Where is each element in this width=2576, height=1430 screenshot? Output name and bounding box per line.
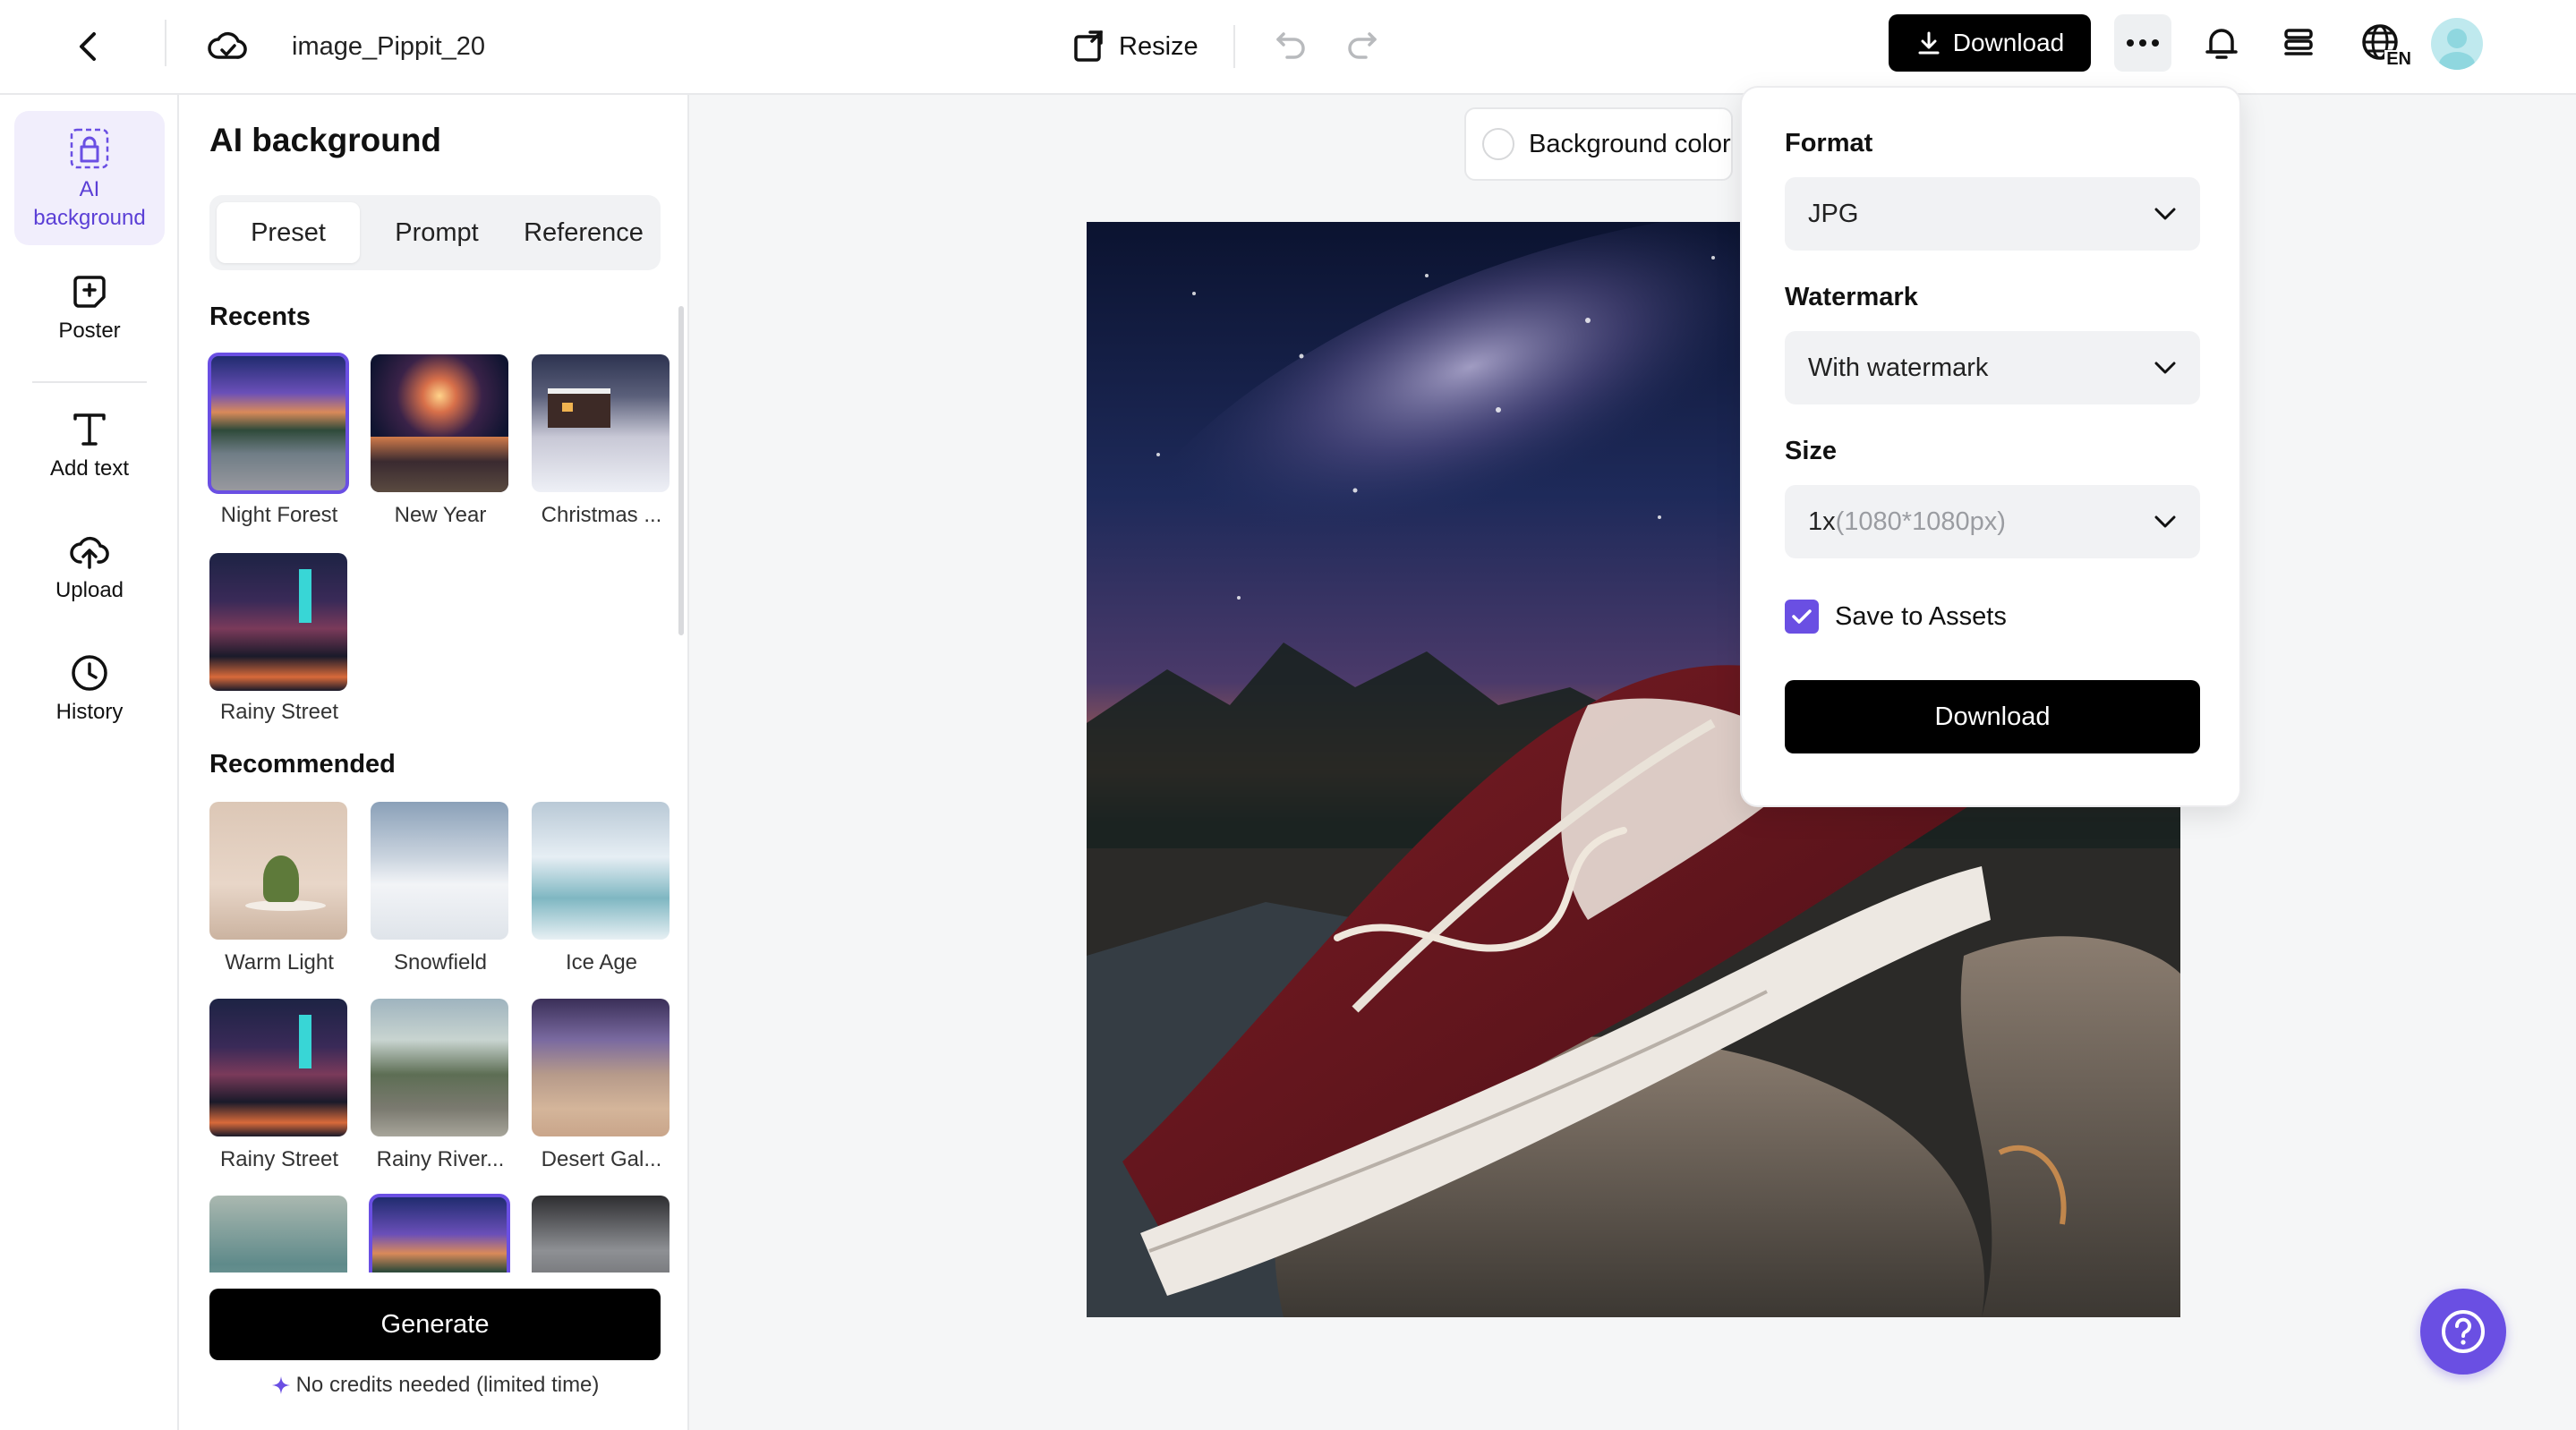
format-select[interactable]: JPG (1785, 177, 2200, 251)
format-value: JPG (1808, 199, 1859, 228)
credits-text: No credits needed (limited time) (295, 1373, 600, 1397)
preset-label: Ice Age (565, 950, 638, 975)
color-swatch (1482, 128, 1514, 160)
bell-icon[interactable] (2196, 18, 2247, 68)
avatar[interactable] (2431, 18, 2483, 70)
language-code: EN (2384, 49, 2411, 69)
tab-bar: Preset Prompt Reference (209, 195, 661, 270)
preset-thumbnail[interactable] (209, 802, 347, 940)
sparkle-icon (271, 1376, 290, 1394)
rail-item-poster[interactable]: Poster (14, 272, 165, 345)
preset-label: Warm Light (225, 950, 334, 975)
preset-thumbnail[interactable] (371, 354, 508, 492)
rail-label: AI background (33, 177, 146, 230)
preset-thumbnail[interactable] (371, 999, 508, 1136)
chevron-down-icon (2154, 362, 2176, 374)
cloud-sync-icon[interactable] (202, 21, 252, 72)
background-color-label: Background color (1529, 129, 1731, 158)
rail-item-history[interactable]: History (14, 653, 165, 727)
size-label: Size (1785, 437, 1838, 465)
preset-thumbnail[interactable] (208, 353, 349, 494)
download-label: Download (1952, 29, 2065, 56)
ai-background-panel: AI background Preset Prompt Reference Re… (179, 95, 689, 1430)
tab-preset[interactable]: Preset (217, 202, 360, 263)
redo-icon[interactable] (1339, 21, 1384, 66)
download-button[interactable]: Download (1889, 14, 2091, 72)
layers-icon[interactable] (2273, 18, 2324, 68)
preset-label: Desert Gal... (541, 1147, 662, 1171)
preset-label: Night Forest (220, 503, 338, 527)
size-multiplier: 1x (1808, 506, 1836, 536)
format-label: Format (1785, 129, 1873, 157)
clock-icon (14, 653, 165, 693)
recommended-heading: Recommended (209, 750, 396, 779)
rail-item-upload[interactable]: Upload (14, 532, 165, 605)
preset-thumbnail[interactable] (532, 354, 670, 492)
divider (1233, 25, 1235, 68)
preset-thumbnail[interactable] (371, 802, 508, 940)
watermark-select[interactable]: With watermark (1785, 331, 2200, 404)
rail-item-ai-background[interactable]: AI background (14, 111, 165, 245)
preset-label: New Year (394, 503, 487, 527)
rail-label: Poster (58, 319, 121, 343)
size-select[interactable]: 1x(1080*1080px) (1785, 485, 2200, 558)
save-to-assets-label: Save to Assets (1835, 601, 2007, 631)
preset-label: Rainy Street (219, 1147, 339, 1171)
undo-icon[interactable] (1269, 21, 1314, 66)
preset-thumbnail[interactable] (209, 553, 347, 691)
rail-label: Add text (49, 456, 130, 481)
resize-button[interactable]: Resize (1070, 20, 1198, 73)
resize-label: Resize (1119, 31, 1198, 61)
size-detail: (1080*1080px) (1835, 506, 2006, 536)
check-icon (1792, 609, 1812, 624)
download-options-panel: Format JPG Watermark With watermark Size… (1740, 86, 2241, 807)
text-icon (14, 410, 165, 449)
back-icon[interactable] (66, 25, 109, 68)
rail-item-add-text[interactable]: Add text (14, 410, 165, 483)
help-button[interactable] (2420, 1289, 2506, 1375)
top-bar: image_Pippit_20 Resize Download EN (0, 0, 2576, 95)
generate-button[interactable]: Generate (209, 1289, 661, 1360)
preset-label: Christmas ... (541, 503, 662, 527)
credits-note: No credits needed (limited time) (209, 1373, 661, 1398)
file-name[interactable]: image_Pippit_20 (292, 27, 485, 66)
preset-label: Rainy Street (219, 700, 339, 724)
preset-label: Rainy River... (376, 1147, 505, 1171)
more-options-icon[interactable] (2114, 14, 2171, 72)
language-selector[interactable]: EN (2354, 18, 2411, 72)
checkbox-checked[interactable] (1785, 600, 1819, 634)
chevron-down-icon (2154, 208, 2176, 220)
preset-label: Snowfield (393, 950, 488, 975)
divider (165, 20, 166, 66)
left-rail: AI background Poster Add text Upload His… (0, 95, 179, 1430)
preset-thumbnail[interactable] (532, 999, 670, 1136)
ai-background-icon (14, 127, 165, 170)
size-value: 1x(1080*1080px) (1808, 507, 2006, 537)
upload-cloud-icon (14, 532, 165, 571)
poster-icon (14, 272, 165, 311)
save-to-assets-checkbox[interactable]: Save to Assets (1785, 600, 2007, 634)
recents-heading: Recents (209, 302, 311, 331)
chevron-down-icon (2154, 515, 2176, 528)
rail-label: History (55, 700, 124, 724)
watermark-label: Watermark (1785, 283, 1918, 311)
scrollbar[interactable] (678, 306, 684, 635)
tab-reference[interactable]: Reference (510, 202, 657, 263)
question-icon (2442, 1310, 2485, 1353)
preset-thumbnail[interactable] (532, 802, 670, 940)
watermark-value: With watermark (1808, 353, 1989, 382)
preset-thumbnail[interactable] (209, 999, 347, 1136)
resize-icon (1074, 30, 1103, 62)
download-icon (1918, 31, 1940, 55)
tab-prompt[interactable]: Prompt (367, 202, 507, 263)
background-color-button[interactable]: Background color (1464, 107, 1733, 181)
panel-title: AI background (209, 122, 442, 158)
divider (32, 381, 147, 383)
confirm-download-button[interactable]: Download (1785, 680, 2200, 753)
rail-label: Upload (55, 578, 124, 602)
